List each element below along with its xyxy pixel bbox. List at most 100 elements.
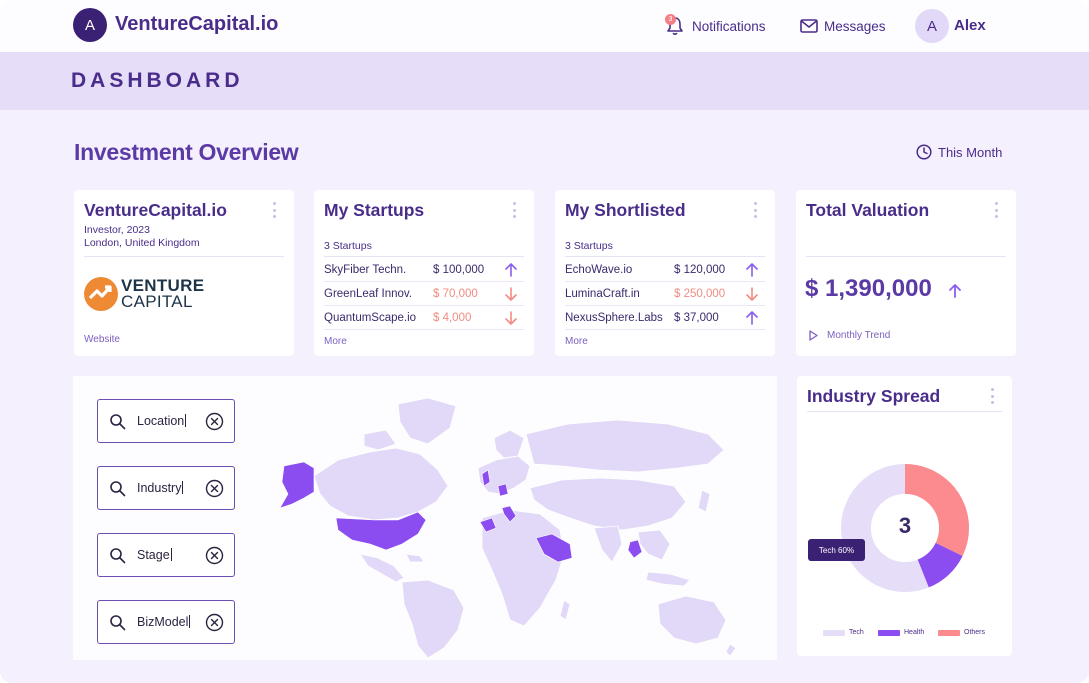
canada-region xyxy=(313,447,449,521)
more-link[interactable]: More xyxy=(324,336,347,347)
india-region xyxy=(593,525,623,563)
list-item[interactable]: LuminaCraft.in $ 250,000 xyxy=(565,283,765,306)
shortlisted-count: 3 Startups xyxy=(565,240,613,252)
app-frame: A VentureCapital.io 3 Notifications Mess… xyxy=(0,0,1089,683)
new-zealand-region xyxy=(725,643,737,657)
arrow-down-icon xyxy=(505,287,517,301)
startup-value: $ 37,000 xyxy=(674,312,719,324)
logo-badge[interactable]: A xyxy=(73,8,107,42)
filter-label: BizModel xyxy=(137,615,189,629)
bell-icon: 3 xyxy=(665,14,684,36)
list-item[interactable]: EchoWave.io $ 120,000 xyxy=(565,259,765,282)
startup-name: GreenLeaf Innov. xyxy=(324,288,413,300)
legend-item: Health xyxy=(878,629,924,636)
stage-filter[interactable]: Stage xyxy=(97,533,235,577)
more-options-icon[interactable] xyxy=(512,202,516,218)
search-icon xyxy=(110,414,126,430)
bizmodel-filter[interactable]: BizModel xyxy=(97,600,235,644)
clear-icon[interactable] xyxy=(205,546,224,565)
app-name[interactable]: VentureCapital.io xyxy=(115,13,278,36)
more-options-icon[interactable] xyxy=(753,202,757,218)
notifications-link[interactable]: 3 Notifications xyxy=(665,14,766,37)
donut-center-value: 3 xyxy=(898,513,912,538)
arrow-up-icon xyxy=(949,284,961,298)
industry-spread-card: Industry Spread 3 xyxy=(797,376,1012,656)
shortlisted-title: My Shortlisted xyxy=(565,200,686,220)
clear-icon[interactable] xyxy=(205,479,224,498)
website-link[interactable]: Website xyxy=(84,334,120,345)
legend-swatch xyxy=(938,629,960,636)
valuation-value: $ 1,390,000 xyxy=(805,275,932,302)
messages-link[interactable]: Messages xyxy=(800,15,886,37)
list-item[interactable]: QuantumScape.io $ 4,000 xyxy=(324,307,524,330)
startup-name: QuantumScape.io xyxy=(324,312,417,324)
southeast-asia-region xyxy=(637,529,671,561)
search-icon xyxy=(110,481,126,497)
dashboard-header: DASHBOARD xyxy=(0,53,1089,110)
divider xyxy=(565,256,765,257)
startups-title: My Startups xyxy=(324,200,425,220)
user-name[interactable]: Alex xyxy=(954,17,986,34)
caribbean-region xyxy=(405,553,425,563)
startup-value: $ 4,000 xyxy=(433,312,472,324)
startup-value: $ 70,000 xyxy=(433,288,478,300)
filter-label: Industry xyxy=(137,481,182,495)
arrow-down-icon xyxy=(746,287,758,301)
profile-location: London, United Kingdom xyxy=(84,237,200,249)
profile-subtitle: Investor, 2023 xyxy=(84,224,150,236)
list-item[interactable]: NexusSphere.Labs $ 37,000 xyxy=(565,307,765,330)
more-link[interactable]: More xyxy=(565,336,588,347)
japan-region xyxy=(697,489,711,513)
period-label: This Month xyxy=(938,144,1003,160)
startup-value: $ 120,000 xyxy=(674,264,726,276)
startup-name: SkyFiber Techn. xyxy=(324,264,407,276)
south-america-region xyxy=(401,579,465,658)
more-options-icon[interactable] xyxy=(990,388,994,404)
arctic-islands-region xyxy=(363,429,397,451)
more-options-icon[interactable] xyxy=(994,202,998,218)
divider xyxy=(324,256,524,257)
messages-label: Messages xyxy=(824,18,886,34)
more-options-icon[interactable] xyxy=(272,202,276,218)
notifications-label: Notifications xyxy=(692,18,766,34)
alaska-region xyxy=(279,461,315,509)
list-item[interactable]: GreenLeaf Innov. $ 70,000 xyxy=(324,283,524,306)
filter-label: Stage xyxy=(137,548,170,562)
profile-title: VentureCapital.io xyxy=(84,200,227,220)
central-america-region xyxy=(359,553,405,583)
industry-filter[interactable]: Industry xyxy=(97,466,235,510)
search-icon xyxy=(110,615,126,631)
monthly-trend-link[interactable]: Monthly Trend xyxy=(809,330,890,341)
legend-swatch xyxy=(823,629,845,636)
mail-icon xyxy=(800,19,818,33)
scandinavia-region xyxy=(493,429,525,459)
clear-icon[interactable] xyxy=(205,613,224,632)
industry-title: Industry Spread xyxy=(807,386,941,406)
top-bar: A VentureCapital.io 3 Notifications Mess… xyxy=(0,0,1089,53)
clear-icon[interactable] xyxy=(205,412,224,431)
world-map[interactable] xyxy=(278,394,738,658)
clock-icon xyxy=(916,144,932,160)
list-item[interactable]: SkyFiber Techn. $ 100,000 xyxy=(324,259,524,282)
arrow-up-icon xyxy=(505,263,517,277)
search-icon xyxy=(110,548,126,564)
legend-item: Others xyxy=(938,629,985,636)
divider xyxy=(84,256,284,257)
play-icon xyxy=(809,330,818,341)
australia-region xyxy=(657,595,727,645)
startup-value: $ 100,000 xyxy=(433,264,485,276)
startup-name: NexusSphere.Labs xyxy=(565,312,663,324)
arrow-down-icon xyxy=(505,311,517,325)
legend-item: Tech xyxy=(823,629,864,636)
greenland-region xyxy=(397,397,457,445)
section-title: Investment Overview xyxy=(74,139,299,165)
legend-label: Tech xyxy=(849,629,864,636)
chart-tooltip: Tech 60% xyxy=(808,539,865,561)
legend-swatch xyxy=(878,629,900,636)
divider xyxy=(807,411,1002,412)
period-selector[interactable]: This Month xyxy=(916,144,1002,160)
user-avatar[interactable]: A xyxy=(915,9,949,43)
divider xyxy=(806,256,1006,257)
location-filter[interactable]: Location xyxy=(97,399,235,443)
startups-card: My Startups 3 Startups SkyFiber Techn. $… xyxy=(314,190,534,356)
